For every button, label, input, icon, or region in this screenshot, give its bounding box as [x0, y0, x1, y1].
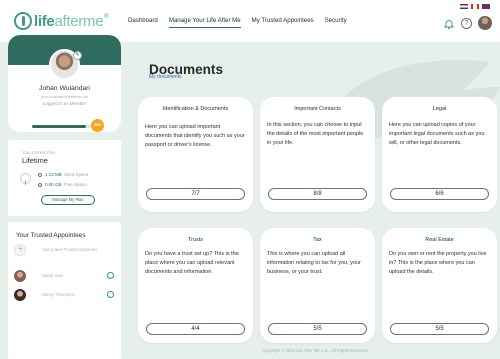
profile-status: Logged in as Member — [42, 101, 87, 106]
used-space-label: Used Space — [63, 172, 89, 177]
used-space-icon — [38, 172, 42, 177]
card-title: Legal — [432, 106, 447, 112]
free-space-value: 0.00 GB — [45, 182, 62, 187]
card-title: Tax — [313, 237, 322, 243]
nav-dashboard[interactable]: Dashboard — [128, 17, 158, 28]
user-avatar[interactable] — [478, 16, 492, 30]
document-card-identification[interactable]: Identification & Documents Here you can … — [138, 97, 253, 212]
document-card-contacts[interactable]: Important Contacts In this section, you … — [260, 97, 375, 212]
card-count-button[interactable]: 5/5 — [390, 323, 489, 335]
card-description: Do you have a trust set up? This is the … — [145, 251, 239, 276]
document-card-trusts[interactable]: Trusts Do you have a trust set up? This … — [138, 228, 253, 343]
card-description: Do you own or rent the property you live… — [389, 251, 487, 276]
appointee-avatar — [14, 289, 26, 301]
free-space-row: 0.00 GB Free Space — [38, 182, 87, 187]
logo-afterme: afterme — [54, 12, 104, 30]
profile-email: johan.wulandari@lifeafterme.com — [40, 95, 89, 99]
help-icon[interactable]: ? — [461, 17, 472, 29]
flag-canada-icon[interactable] — [471, 4, 479, 9]
top-actions: ? — [443, 16, 492, 30]
manage-plan-button[interactable]: Manage My Plan — [41, 195, 95, 205]
tree-logo-icon — [14, 12, 32, 30]
card-description: Here you can upload important documents … — [145, 124, 245, 149]
breadcrumb[interactable]: My documents — [149, 74, 182, 80]
plan-name: Lifetime — [22, 156, 48, 165]
card-count-button[interactable]: 6/6 — [390, 188, 489, 200]
add-appointee-label: Add a New Trusted Appointee — [42, 247, 98, 252]
card-count-button[interactable]: 8/8 — [268, 188, 367, 200]
used-space-value: 1.13 MB — [45, 172, 62, 177]
registered-mark: ® — [104, 14, 109, 20]
card-count-button[interactable]: 4/4 — [146, 323, 245, 335]
main-content: Documents My documents Identification & … — [130, 42, 500, 359]
card-description: Here you can upload copies of your impor… — [389, 122, 485, 147]
card-title: Identification & Documents — [162, 106, 229, 112]
add-appointee-row[interactable]: Add a New Trusted Appointee — [14, 244, 117, 258]
main-nav: Dashboard Manage Your Life After Me My T… — [128, 17, 358, 28]
edit-profile-icon[interactable]: ✎ — [73, 51, 82, 60]
document-card-real-estate[interactable]: Real Estate Do you own or rent the prope… — [382, 228, 497, 343]
free-space-icon — [38, 182, 42, 187]
used-space-row: 1.13 MB Used Space — [38, 172, 88, 177]
nav-manage-life-after-me[interactable]: Manage Your Life After Me — [168, 17, 241, 28]
card-title: Trusts — [187, 237, 204, 243]
document-card-legal[interactable]: Legal Here you can upload copies of your… — [382, 97, 497, 212]
card-count-button[interactable]: 7/7 — [146, 188, 245, 200]
profile-progress-bar — [32, 125, 92, 128]
bell-icon[interactable] — [443, 17, 455, 30]
plan-card: Your Current Plan Lifetime 1.13 MB Used … — [8, 140, 121, 216]
logo-life: life — [34, 12, 55, 30]
appointee-row[interactable]: Nancy Thompson — [14, 289, 117, 303]
card-description: In this section, you can choose to input… — [267, 122, 364, 147]
online-status-icon — [107, 291, 114, 298]
nav-trusted-appointees[interactable]: My Trusted Appointees — [252, 17, 314, 28]
flag-uk-icon[interactable] — [482, 4, 490, 9]
card-title: Real Estate — [425, 237, 454, 243]
flag-netherlands-icon[interactable] — [460, 4, 468, 9]
add-appointee-icon — [14, 244, 26, 256]
card-title: Important Contacts — [294, 106, 341, 112]
footer-copyright: Copyright © 2024 Life After Me U.S., All… — [262, 348, 368, 353]
appointee-name: Nancy Thompson — [42, 292, 75, 297]
logo[interactable]: lifeafterme ® — [14, 12, 109, 30]
plan-caption: Your Current Plan — [22, 150, 56, 155]
language-switcher — [457, 4, 490, 9]
appointees-title: Your Trusted Appointees — [16, 232, 86, 239]
card-description: This is where you can upload all informa… — [267, 251, 361, 276]
appointee-row[interactable]: Sarah Jane — [14, 270, 117, 284]
card-count-button[interactable]: 5/5 — [268, 323, 367, 335]
storage-icon — [20, 173, 31, 185]
profile-card: ✎ Johan Wulandari johan.wulandari@lifeaf… — [8, 35, 121, 132]
profile-progress-fill — [32, 125, 86, 128]
appointees-card: Your Trusted Appointees Add a New Truste… — [8, 222, 121, 359]
appointee-name: Sarah Jane — [42, 273, 64, 278]
free-space-label: Free Space — [63, 182, 87, 187]
profile-name: Johan Wulandari — [39, 85, 90, 92]
logo-text: lifeafterme — [34, 12, 104, 30]
online-status-icon — [107, 272, 114, 279]
document-card-tax[interactable]: Tax This is where you can upload all inf… — [260, 228, 375, 343]
profile-progress-badge: 90% — [91, 119, 104, 132]
nav-security[interactable]: Security — [325, 17, 347, 28]
appointee-avatar — [14, 270, 26, 282]
